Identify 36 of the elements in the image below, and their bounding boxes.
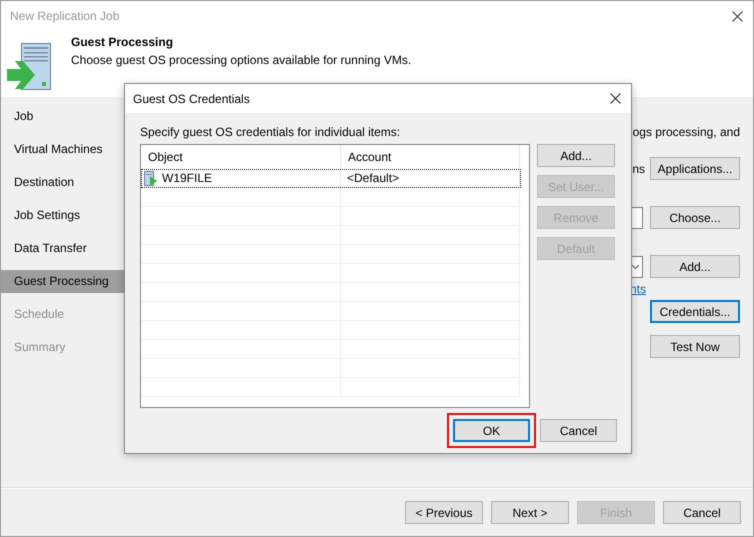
dialog-button[interactable]: Cancel <box>540 419 617 442</box>
table-row[interactable]: W19FILE <Default> <box>141 169 521 188</box>
page-button[interactable]: Add... <box>650 255 740 278</box>
vm-icon <box>144 170 158 186</box>
column-header[interactable]: Account <box>341 145 520 169</box>
sidebar-item[interactable]: Guest Processing <box>1 270 124 293</box>
dialog-title: Guest OS Credentials <box>133 92 250 106</box>
sidebar-item[interactable]: Job <box>1 105 124 128</box>
page-button[interactable]: Choose... <box>650 206 740 229</box>
close-icon[interactable] <box>610 93 621 104</box>
column-header[interactable]: Object <box>141 145 341 169</box>
table-cell: <Default> <box>347 171 400 185</box>
wizard-button[interactable]: < Previous <box>405 501 483 524</box>
server-arrow-icon <box>7 43 51 90</box>
sidebar-item[interactable]: Destination <box>1 171 124 194</box>
wizard-button[interactable]: Next > <box>491 501 569 524</box>
instruction-text: Specify guest OS credentials for individual items: <box>140 124 402 140</box>
sidebar-item[interactable]: Job Settings <box>1 204 124 227</box>
option-text: ns <box>632 162 645 176</box>
sidebar-item[interactable]: Data Transfer <box>1 237 124 260</box>
table-cell: W19FILE <box>162 171 212 185</box>
window-title: New Replication Job <box>10 9 120 23</box>
sidebar-item[interactable]: Virtual Machines <box>1 138 124 161</box>
page-title: Guest Processing <box>71 35 174 49</box>
dialog-button[interactable]: OK <box>453 419 530 442</box>
input-field[interactable] <box>632 206 643 228</box>
description-text: ogs processing, and <box>632 125 740 139</box>
page-button[interactable]: Credentials... <box>650 300 740 323</box>
chevron-icon <box>632 264 639 268</box>
page-subtitle: Choose guest OS processing options available for running VMs. <box>71 53 412 67</box>
page-button[interactable]: Applications... <box>650 157 740 180</box>
wizard-button[interactable]: Cancel <box>663 501 741 524</box>
dropdown-field[interactable] <box>632 256 643 278</box>
close-icon[interactable] <box>732 10 743 22</box>
page-button[interactable]: Test Now <box>650 335 740 358</box>
dialog-button[interactable]: Add... <box>537 144 615 167</box>
